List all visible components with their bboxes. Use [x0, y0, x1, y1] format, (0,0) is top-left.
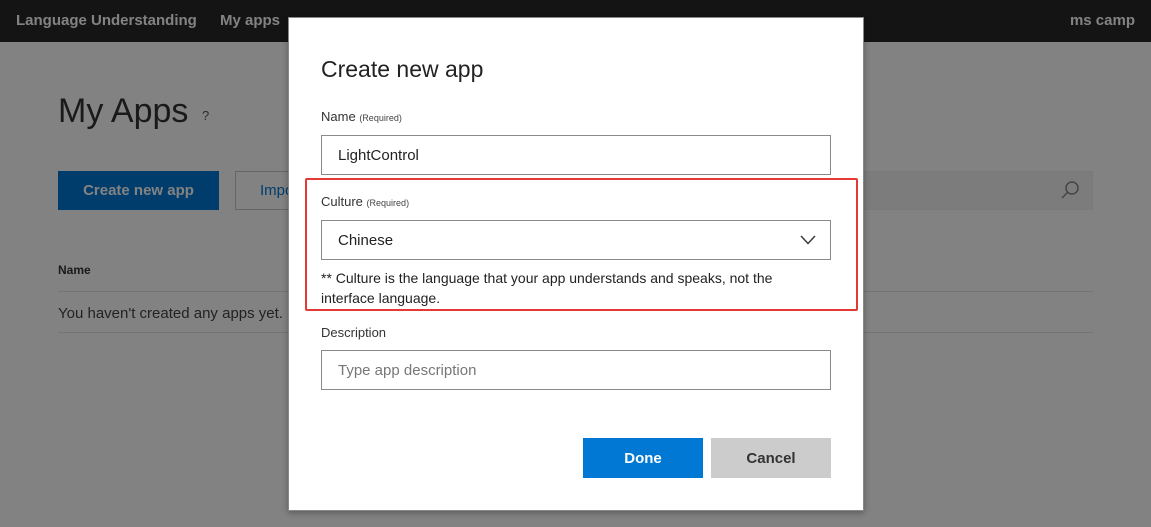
- description-input[interactable]: [321, 350, 831, 390]
- create-app-dialog: Create new app Name (Required) Culture (…: [288, 17, 864, 511]
- culture-field-label: Culture (Required): [321, 194, 409, 209]
- description-field-label: Description: [321, 325, 386, 340]
- dialog-title: Create new app: [321, 56, 484, 82]
- culture-select[interactable]: Chinese: [321, 220, 831, 260]
- required-indicator: (Required): [366, 198, 410, 208]
- cancel-button[interactable]: Cancel: [711, 438, 831, 478]
- required-indicator: (Required): [359, 113, 402, 123]
- chevron-down-icon: [800, 235, 816, 245]
- app-name-input[interactable]: [321, 135, 831, 175]
- description-label-text: Description: [321, 325, 387, 340]
- culture-label-text: Culture: [321, 194, 363, 209]
- name-field-label: Name (Required): [321, 109, 402, 124]
- culture-selected-value: Chinese: [338, 232, 394, 249]
- name-label-text: Name: [321, 109, 356, 124]
- done-button[interactable]: Done: [583, 438, 703, 478]
- culture-help-text: ** Culture is the language that your app…: [321, 270, 773, 306]
